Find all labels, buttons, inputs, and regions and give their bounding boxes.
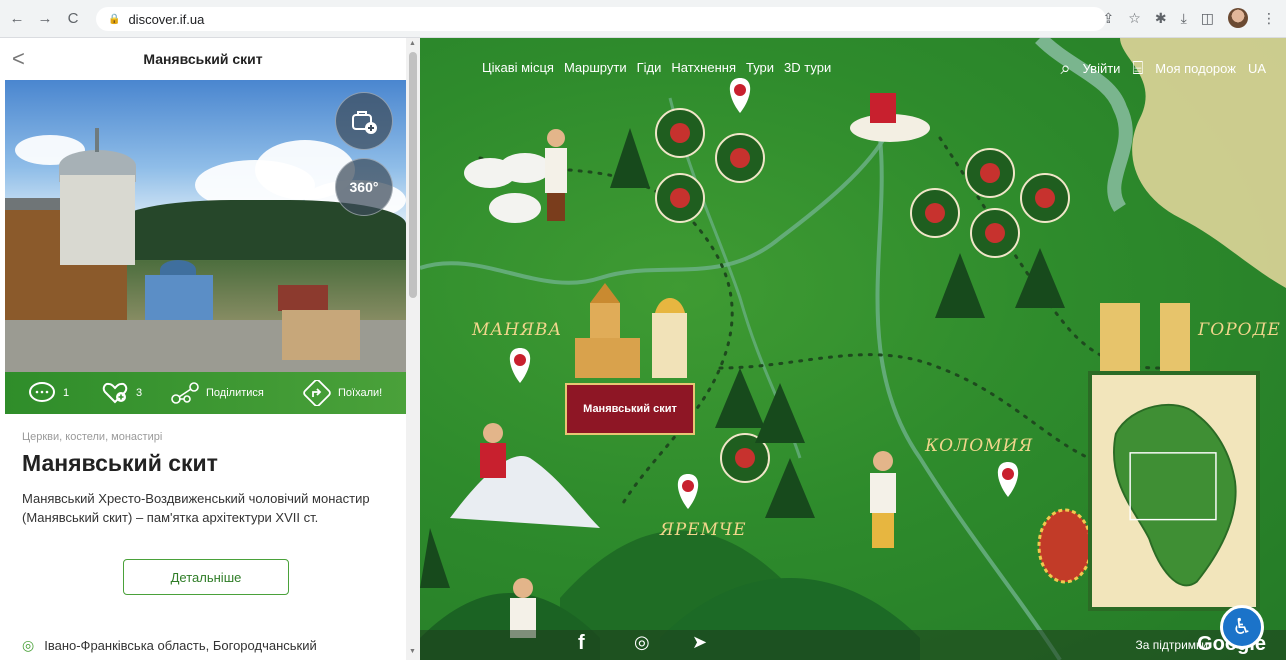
instagram-icon[interactable]: ◎ bbox=[634, 632, 650, 653]
share-icon bbox=[171, 382, 199, 404]
site-user-nav: ⌕ Увійти ⌸ Моя подорож UA bbox=[1061, 58, 1266, 79]
sidepanel-icon[interactable]: ◫ bbox=[1201, 10, 1214, 27]
comments-count: 1 bbox=[63, 387, 70, 399]
bookmark-star-icon[interactable]: ☆ bbox=[1128, 10, 1141, 27]
nav-tours[interactable]: Тури bbox=[746, 60, 774, 75]
extensions-icon[interactable]: ✱ bbox=[1155, 10, 1167, 27]
telegram-icon[interactable]: ➤ bbox=[692, 632, 707, 653]
city-label-horodenka: ГОРОДЕ bbox=[1198, 320, 1281, 340]
view-360-button[interactable]: 360° bbox=[335, 158, 393, 216]
search-icon[interactable]: ⌕ bbox=[1061, 58, 1071, 79]
heart-plus-icon bbox=[102, 382, 128, 404]
scroll-down-icon[interactable]: ▼ bbox=[409, 648, 416, 655]
go-action[interactable]: Поїхали! bbox=[302, 380, 382, 406]
city-label-manyava: МАНЯВА bbox=[472, 320, 563, 340]
share-label: Поділитися bbox=[206, 387, 264, 399]
nav-interesting-places[interactable]: Цікаві місця bbox=[482, 60, 554, 75]
panel-back-icon[interactable]: < bbox=[12, 46, 25, 72]
like-action[interactable]: 3 bbox=[100, 380, 142, 406]
go-label: Поїхали! bbox=[338, 387, 383, 399]
language-switch[interactable]: UA bbox=[1248, 61, 1266, 76]
address-text: Івано-Франківська область, Богородчанськ… bbox=[44, 638, 317, 653]
map-footer: f ◎ ➤ За підтримки Google bbox=[420, 630, 1286, 660]
panel-header-title: Манявський скит bbox=[143, 51, 263, 67]
site-main-nav: Цікаві місця Маршрути Гіди Натхнення Тур… bbox=[482, 60, 831, 75]
place-description: Манявський Хресто-Воздвиженський чоловіч… bbox=[22, 491, 370, 525]
back-arrow-icon[interactable]: ← bbox=[6, 8, 28, 30]
share-page-icon[interactable]: ⇪ bbox=[1103, 10, 1115, 27]
forward-arrow-icon[interactable]: → bbox=[34, 8, 56, 30]
nav-3d-tours[interactable]: 3D тури bbox=[784, 60, 831, 75]
selected-place-label[interactable]: Манявський скит bbox=[565, 383, 695, 435]
details-button[interactable]: Детальніше bbox=[123, 559, 289, 595]
browser-toolbar: ← → C 🔒 discover.if.ua ⇪ ☆ ✱ ⤓ ◫ ⋮ bbox=[0, 0, 1286, 38]
nav-inspiration[interactable]: Натхнення bbox=[671, 60, 736, 75]
comments-action[interactable]: 1 bbox=[27, 380, 69, 406]
region-minimap[interactable] bbox=[1088, 371, 1260, 611]
nav-routes[interactable]: Маршрути bbox=[564, 60, 627, 75]
location-pin-icon: ◎ bbox=[22, 637, 35, 653]
address-bar[interactable]: 🔒 discover.if.ua bbox=[96, 7, 1106, 31]
profile-avatar[interactable] bbox=[1228, 8, 1248, 28]
facebook-icon[interactable]: f bbox=[578, 632, 585, 655]
download-icon[interactable]: ⤓ bbox=[1181, 10, 1187, 27]
share-action[interactable]: Поділитися bbox=[170, 380, 264, 406]
nav-guides[interactable]: Гіди bbox=[637, 60, 662, 75]
action-bar: 1 3 Поділитися Поїхали! bbox=[5, 372, 406, 414]
reload-icon[interactable]: C bbox=[62, 8, 84, 30]
suitcase-icon[interactable]: ⌸ bbox=[1132, 58, 1143, 79]
panel-scrollbar[interactable]: ▲ ▼ bbox=[406, 38, 420, 660]
panel-header: < Манявський скит bbox=[0, 38, 406, 80]
city-label-yaremche: ЯРЕМЧЕ bbox=[660, 520, 747, 540]
my-trip-link[interactable]: Моя подорож bbox=[1155, 61, 1236, 76]
city-label-kolomyia: КОЛОМИЯ bbox=[925, 436, 1034, 456]
place-detail-panel: < Манявський скит 360° 1 3 Поділитися По… bbox=[0, 38, 406, 660]
suitcase-plus-icon bbox=[352, 111, 377, 134]
route-sign-icon bbox=[303, 380, 331, 406]
menu-kebab-icon[interactable]: ⋮ bbox=[1262, 10, 1276, 27]
region-outline bbox=[1113, 403, 1237, 587]
likes-count: 3 bbox=[136, 387, 143, 399]
browser-actions: ⇪ ☆ ✱ ⤓ ◫ ⋮ bbox=[1103, 8, 1276, 28]
place-category[interactable]: Церкви, костели, монастирі bbox=[22, 431, 162, 443]
place-address: ◎ Івано-Франківська область, Богородчанс… bbox=[22, 636, 382, 655]
place-photo: 360° bbox=[5, 80, 406, 372]
place-title: Манявський скит bbox=[22, 450, 218, 476]
url-text: discover.if.ua bbox=[128, 11, 205, 27]
accessibility-icon[interactable]: ♿ bbox=[1220, 605, 1264, 649]
illustrated-map[interactable]: Цікаві місця Маршрути Гіди Натхнення Тур… bbox=[420, 38, 1286, 660]
scroll-up-icon[interactable]: ▲ bbox=[409, 40, 416, 47]
comment-bubble-icon bbox=[29, 382, 55, 402]
add-to-trip-button[interactable] bbox=[335, 92, 393, 150]
lock-icon: 🔒 bbox=[108, 13, 121, 25]
scrollbar-thumb[interactable] bbox=[409, 52, 417, 298]
login-link[interactable]: Увійти bbox=[1083, 61, 1121, 76]
